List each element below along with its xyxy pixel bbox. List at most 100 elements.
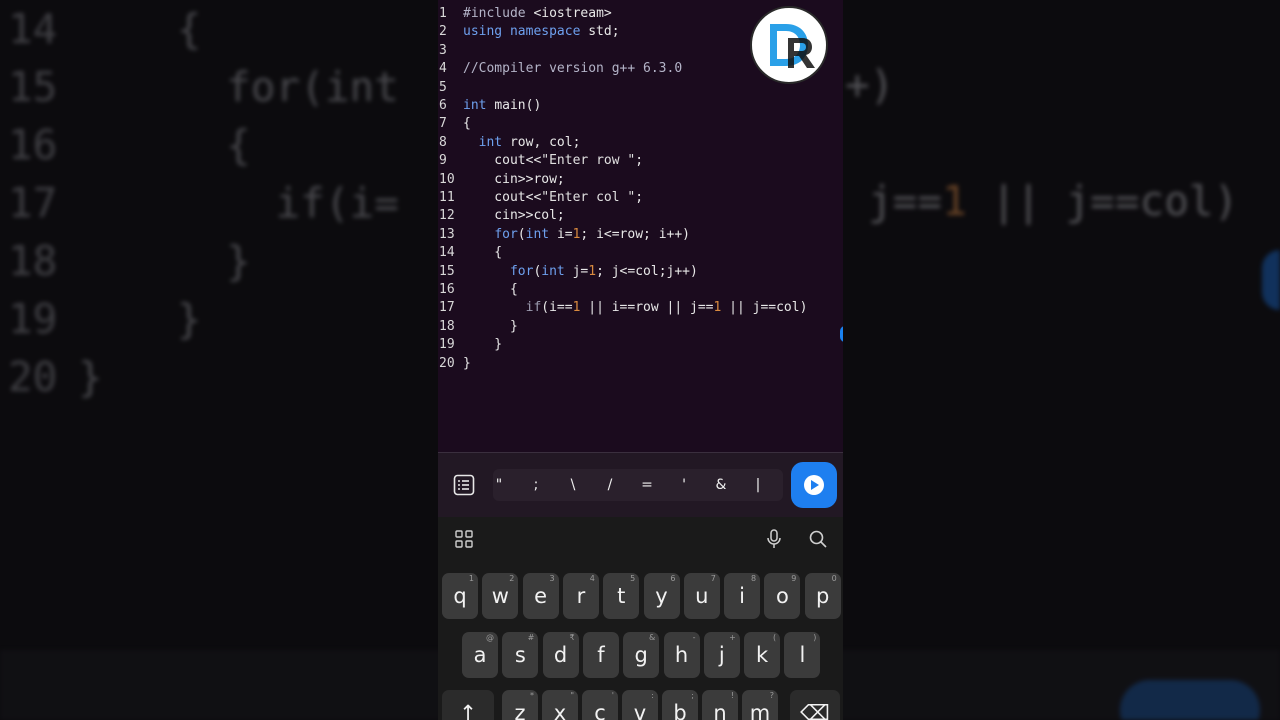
key-secondary-label: ' xyxy=(611,691,614,700)
code-line[interactable]: 10 cin>>row; xyxy=(438,171,565,189)
code-line[interactable]: 20} xyxy=(438,355,471,373)
search-icon[interactable] xyxy=(806,527,830,551)
key-x[interactable]: x " xyxy=(542,690,578,720)
code-token: ( xyxy=(517,226,526,242)
code-line[interactable]: 17 if(i==1 || i==row || j==1 || j==col) xyxy=(438,299,807,317)
code-line[interactable]: 9 cout<<"Enter row "; xyxy=(438,152,643,170)
key-h[interactable]: h- xyxy=(663,632,700,678)
code-token: row, col; xyxy=(509,134,581,150)
symbol-key[interactable]: ; xyxy=(526,469,546,501)
code-line[interactable]: 12 cin>>col; xyxy=(438,207,565,225)
line-number: 10 xyxy=(439,171,455,187)
symbol-key[interactable]: = xyxy=(637,469,657,501)
key-v[interactable]: v: xyxy=(622,690,658,720)
phone-screen: 1 #include <iostream> 2 using namespace std… xyxy=(438,0,843,720)
key-p[interactable]: p0 xyxy=(804,573,841,619)
code-line[interactable]: 14 { xyxy=(438,244,502,262)
key-label: z xyxy=(514,701,526,720)
bg-right-code: j==1 || j==col) xyxy=(868,177,1239,225)
text-cursor-handle[interactable] xyxy=(840,326,843,342)
line-number: 5 xyxy=(439,79,447,95)
code-line[interactable]: 6 int main() xyxy=(438,97,541,115)
key-t[interactable]: t5 xyxy=(603,573,640,619)
grid-icon[interactable] xyxy=(452,527,476,551)
run-button[interactable] xyxy=(791,462,837,508)
key-secondary-label: : xyxy=(651,691,654,700)
bg-code-line: 14 { xyxy=(8,0,201,58)
key-secondary-label: 6 xyxy=(670,574,676,583)
key-i[interactable]: i8 xyxy=(724,573,761,619)
key-secondary-label: " xyxy=(570,691,574,700)
key-o[interactable]: o9 xyxy=(764,573,801,619)
bg-line-code: } xyxy=(78,353,103,401)
code-line[interactable]: 2 using namespace std; xyxy=(438,23,620,41)
code-line[interactable]: 3 xyxy=(438,42,463,60)
key-k[interactable]: k( xyxy=(744,632,781,678)
key-j[interactable]: j + xyxy=(703,632,740,678)
key-label: m xyxy=(749,701,771,720)
symbol-key[interactable]: ' xyxy=(674,469,694,501)
key-q[interactable]: q1 xyxy=(442,573,478,619)
code-token: int xyxy=(525,226,557,242)
key-m[interactable]: m? xyxy=(742,690,778,720)
line-number: 4 xyxy=(439,61,447,77)
key-g[interactable]: g & xyxy=(623,632,660,678)
symbol-key[interactable]: | xyxy=(748,469,768,501)
code-token: std; xyxy=(588,24,620,40)
key-shift[interactable]: ↑ xyxy=(442,690,494,720)
bg-line-code: } xyxy=(78,237,251,285)
key-secondary-label: 0 xyxy=(831,574,837,583)
key-label: q xyxy=(453,584,467,608)
key-secondary-label: - xyxy=(692,633,696,642)
key-y[interactable]: y6 xyxy=(643,573,680,619)
line-number: 8 xyxy=(439,134,447,150)
symbol-key[interactable]: & xyxy=(711,469,731,501)
code-token: { xyxy=(463,282,518,297)
key-n[interactable]: n! xyxy=(702,690,738,720)
code-line[interactable]: 15 for(int j=1; j<=col;j++) xyxy=(438,263,698,281)
code-token: cin>>row; xyxy=(463,171,565,187)
code-line[interactable]: 7{ xyxy=(438,115,471,133)
code-token: (i== xyxy=(541,300,573,316)
list-icon[interactable] xyxy=(452,473,476,497)
code-line[interactable]: 18 } xyxy=(438,318,518,336)
key-e[interactable]: e3 xyxy=(522,573,559,619)
symbol-key[interactable]: / xyxy=(600,469,620,501)
symbol-bar: "; \ / = ' & | xyxy=(438,453,843,517)
key-f[interactable]: f xyxy=(582,632,619,678)
key-d[interactable]: d ₹ xyxy=(542,632,579,678)
code-editor[interactable]: 1 #include <iostream> 2 using namespace std… xyxy=(438,0,843,452)
code-line[interactable]: 5 xyxy=(438,79,463,97)
code-line[interactable]: 11 cout<<"Enter col "; xyxy=(438,189,643,207)
key-secondary-label: 8 xyxy=(751,574,757,583)
key-secondary-label: ! xyxy=(730,691,734,700)
key-secondary-label: # xyxy=(527,633,535,642)
code-token: cin>>col; xyxy=(463,208,565,224)
symbol-key[interactable]: \ xyxy=(563,469,583,501)
code-line[interactable]: 1 #include <iostream> xyxy=(438,5,612,23)
key-z[interactable]: z * xyxy=(502,690,538,720)
key-b[interactable]: b; xyxy=(662,690,698,720)
code-line[interactable]: 4 //Compiler version g++ 6.3.0 xyxy=(438,60,682,78)
code-line[interactable]: 13 for(int i=1; i<=row; i++) xyxy=(438,226,690,244)
key-l[interactable]: l) xyxy=(784,632,821,678)
key-backspace[interactable]: ⌫ xyxy=(790,690,840,720)
symbol-key[interactable]: " xyxy=(489,469,509,501)
key-label: r xyxy=(576,584,586,608)
code-line[interactable]: 19 } xyxy=(438,336,502,354)
key-a[interactable]: a @ xyxy=(462,632,498,678)
mic-icon[interactable] xyxy=(762,527,786,551)
code-token: ; xyxy=(635,190,644,205)
key-s[interactable]: s # xyxy=(502,632,539,678)
code-line[interactable]: 16 { xyxy=(438,281,518,299)
key-u[interactable]: u7 xyxy=(683,573,720,619)
key-c[interactable]: c ' xyxy=(582,690,618,720)
code-line[interactable]: 8 int row, col; xyxy=(438,134,580,152)
code-token: || j==col) xyxy=(721,300,808,316)
code-token: //Compiler version g++ 6.3.0 xyxy=(463,61,683,77)
key-r[interactable]: r4 xyxy=(562,573,599,619)
key-w[interactable]: w2 xyxy=(482,573,519,619)
key-label: ↑ xyxy=(459,701,477,720)
line-number: 20 xyxy=(439,355,455,371)
